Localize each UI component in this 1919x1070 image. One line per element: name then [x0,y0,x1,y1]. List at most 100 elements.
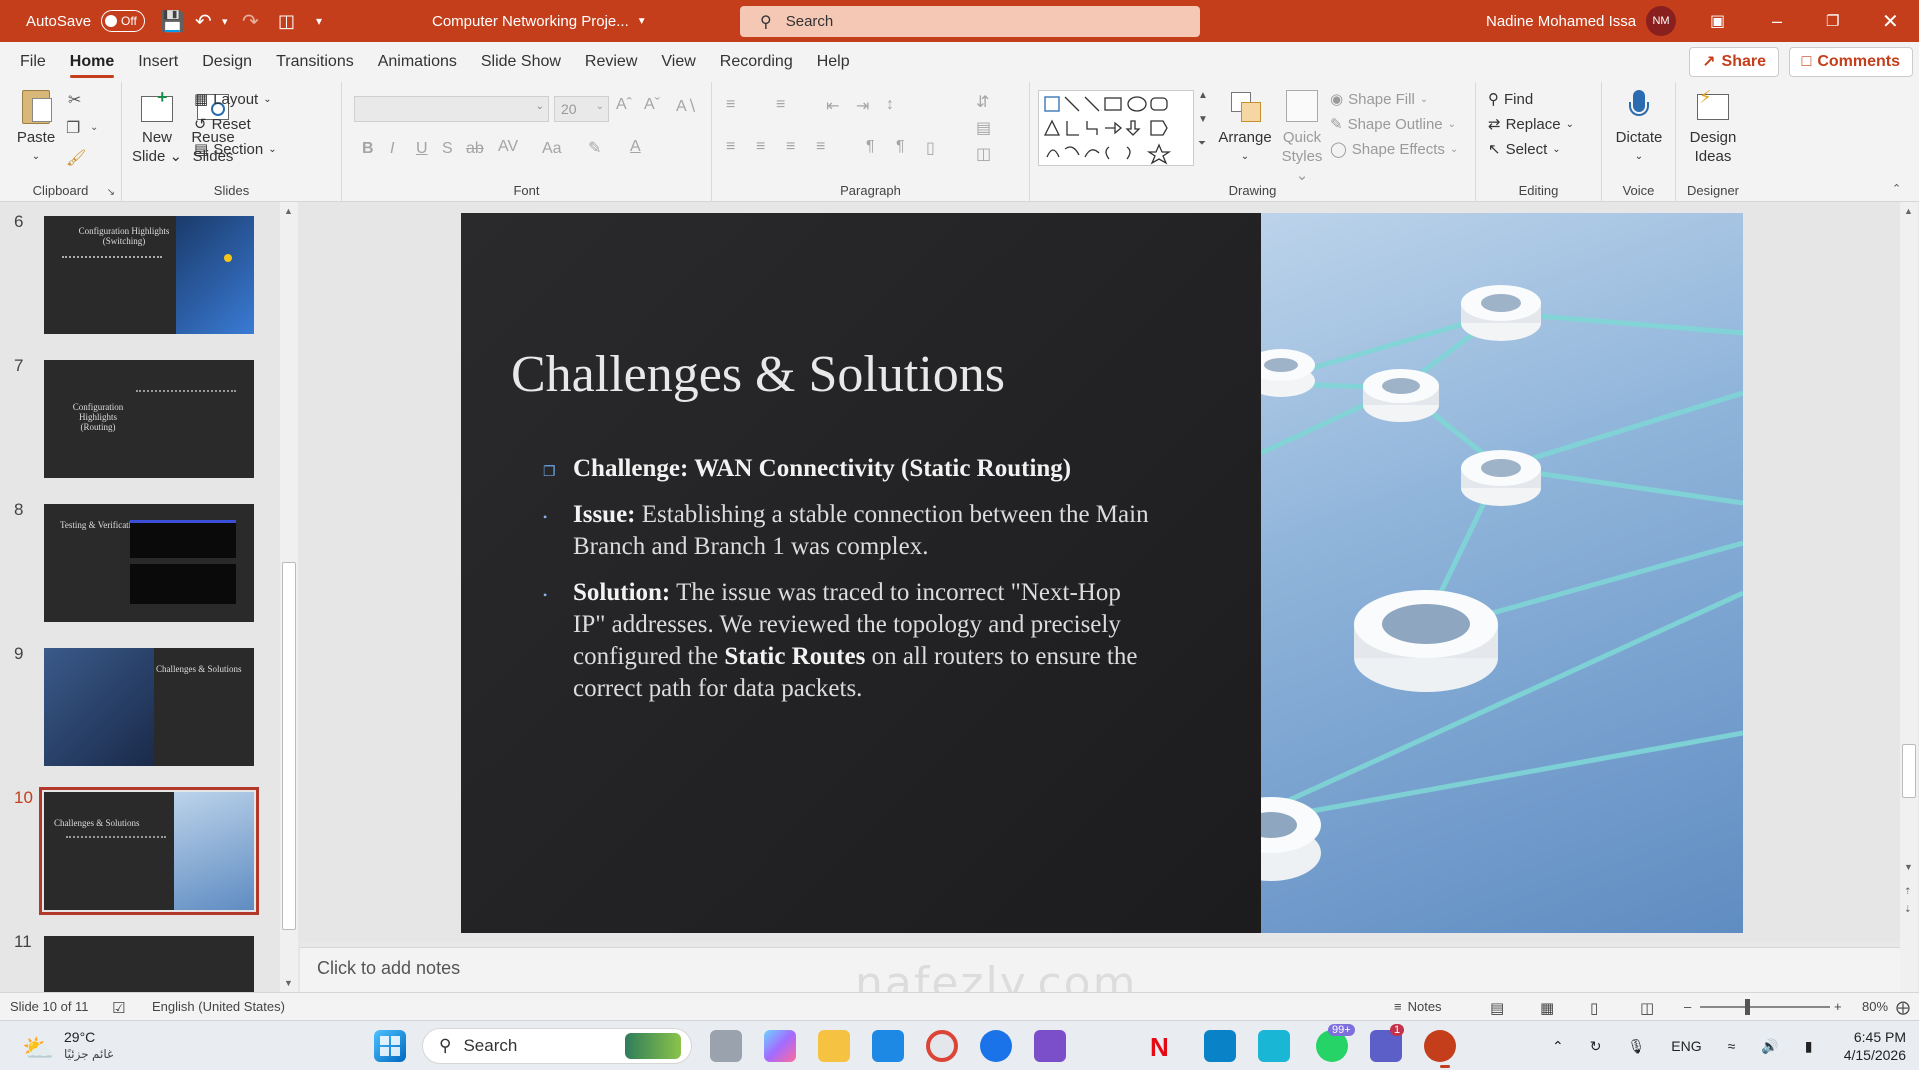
shape-fill-button[interactable]: ◉ Shape Fill ⌄ [1330,90,1428,109]
mic-icon[interactable]: 🎙 [1627,1038,1645,1055]
zoom-out-icon[interactable]: – [1684,999,1691,1014]
editor-scrollbar[interactable]: ▲ ▼ ⇡ ⇣ [1900,202,1918,992]
chrome-icon[interactable] [926,1030,958,1062]
clock[interactable]: 6:45 PM 4/15/2026 [1826,1028,1906,1064]
zoom-slider[interactable] [1700,1006,1830,1008]
search-box[interactable]: ⚲ Search [740,6,1200,37]
thumbnail-scroll-thumb[interactable] [282,562,296,930]
autosave-toggle[interactable]: Off [101,10,146,32]
customize-qat-icon[interactable]: ▾ [316,0,322,42]
slide-sorter-icon[interactable]: ▦ [1540,999,1554,1017]
netflix-icon[interactable]: N [1150,1032,1182,1064]
font-color-icon[interactable]: A [630,138,641,156]
character-spacing-icon[interactable]: AV [498,138,518,156]
edge-icon[interactable] [980,1030,1012,1062]
tab-help[interactable]: Help [805,42,862,82]
input-language[interactable]: ENG [1671,1038,1701,1054]
thumbnail-scrollbar[interactable]: ▲ ▼ [280,202,298,992]
taskbar-search[interactable]: ⚲ Search [422,1028,692,1064]
underline-icon[interactable]: U [416,140,428,158]
quick-styles-button[interactable]: Quick Styles ⌄ [1276,88,1328,185]
previous-slide-icon[interactable]: ⇡ [1904,886,1912,897]
ltr-icon[interactable]: ¶ [866,138,875,156]
gallery-up-icon[interactable]: ▲ [1198,90,1208,101]
increase-font-icon[interactable]: Aˆ [616,96,632,114]
onedrive-sync-icon[interactable]: ↻ [1590,1038,1602,1055]
accessibility-icon[interactable]: ☑ [112,999,125,1017]
slide-thumbnail-10[interactable]: Challenges & Solutions [39,787,259,915]
copy-dropdown-icon[interactable]: ⌄ [90,122,98,133]
visual-studio-icon[interactable] [1034,1030,1066,1062]
zoom-slider-thumb[interactable] [1745,999,1750,1015]
autosave[interactable]: AutoSave Off [26,0,146,42]
select-button[interactable]: ↖ Select ⌄ [1488,140,1561,159]
ribbon-display-icon[interactable]: ▣ [1710,0,1725,42]
align-center-icon[interactable]: ≡ [756,138,765,156]
decrease-indent-icon[interactable]: ⇤ [826,96,839,116]
slide-thumbnail-9[interactable]: Challenges & Solutions [44,648,254,766]
collapse-ribbon-icon[interactable]: ⌃ [1892,182,1901,195]
store-icon[interactable] [872,1030,904,1062]
reset-button[interactable]: ↺ Reset [194,115,251,134]
battery-icon[interactable]: ▮ [1805,1038,1813,1055]
new-slide-button[interactable]: + New Slide ⌄ [128,88,186,166]
document-title[interactable]: Computer Networking Proje... ▼ [432,0,647,42]
italic-icon[interactable]: I [390,140,394,158]
minimize-icon[interactable]: – [1772,0,1782,42]
share-button[interactable]: ↗ Share [1689,47,1779,77]
network-image[interactable] [1221,213,1743,933]
remote-desktop-icon[interactable] [1204,1030,1236,1062]
slide-thumbnail-7[interactable]: Configuration Highlights (Routing) [44,360,254,478]
font-size-combo[interactable]: 20 ⌄ [554,96,609,122]
decrease-font-icon[interactable]: Aˇ [644,96,660,114]
find-button[interactable]: ⚲ Find [1488,90,1533,109]
language-status[interactable]: English (United States) [152,999,285,1014]
gallery-down-icon[interactable]: ▼ [1198,114,1208,125]
numbering-icon[interactable]: ≡ [776,96,785,114]
section-button[interactable]: ▤ Section ⌄ [194,140,277,159]
tab-review[interactable]: Review [573,42,649,82]
align-text-icon[interactable]: ▤ [976,118,991,138]
slide-thumbnail-11[interactable] [44,936,254,992]
tab-home[interactable]: Home [58,42,126,82]
cut-icon[interactable]: ✂ [68,90,81,110]
tab-file[interactable]: File [8,42,58,82]
powerpoint-icon[interactable] [1424,1030,1456,1062]
rtl-icon[interactable]: ¶ [896,138,905,156]
editor-scroll-thumb[interactable] [1902,744,1916,798]
current-slide[interactable]: Challenges & Solutions ❐ Challenge: WAN … [461,213,1743,933]
tab-recording[interactable]: Recording [708,42,805,82]
whatsapp-icon[interactable]: 99+ [1316,1024,1355,1062]
close-icon[interactable]: ✕ [1882,0,1899,42]
tab-slide-show[interactable]: Slide Show [469,42,573,82]
slide-counter[interactable]: Slide 10 of 11 [10,999,89,1014]
weather-icon[interactable]: ⛅ [22,1033,54,1064]
start-icon[interactable] [374,1030,406,1062]
copy-icon[interactable]: ❐ [66,118,80,138]
zoom-level[interactable]: 80% [1862,999,1888,1014]
slideshow-icon[interactable]: ◫ [1640,999,1654,1017]
replace-button[interactable]: ⇄ Replace ⌄ [1488,115,1574,134]
gallery-more-icon[interactable]: ⏷ [1198,138,1206,149]
present-icon[interactable]: ◫ [278,0,295,42]
task-view-icon[interactable] [710,1030,742,1062]
power-automate-icon[interactable] [1258,1030,1290,1062]
notes-button[interactable]: ≡ Notes [1394,999,1442,1014]
shape-effects-button[interactable]: ◯ Shape Effects ⌄ [1330,140,1458,159]
strikethrough-icon[interactable]: ab [466,140,484,158]
undo-icon[interactable]: ↶ [195,0,212,42]
reading-view-icon[interactable]: ▯ [1590,999,1598,1017]
arrange-button[interactable]: Arrange ⌄ [1210,88,1280,166]
columns-icon[interactable]: ▯ [926,138,935,158]
show-hidden-icons-icon[interactable]: ⌃ [1552,1038,1564,1055]
clear-formatting-icon[interactable]: A∖ [676,96,697,116]
format-painter-icon[interactable]: 🖌 [66,148,86,168]
file-explorer-icon[interactable] [818,1030,850,1062]
tab-animations[interactable]: Animations [366,42,469,82]
shadow-icon[interactable]: S [442,140,453,158]
tab-transitions[interactable]: Transitions [264,42,366,82]
fit-slide-icon[interactable]: ⨁ [1896,999,1910,1016]
restore-icon[interactable]: ❐ [1826,0,1839,42]
teams-icon[interactable]: 1 [1370,1024,1405,1062]
tab-view[interactable]: View [649,42,707,82]
